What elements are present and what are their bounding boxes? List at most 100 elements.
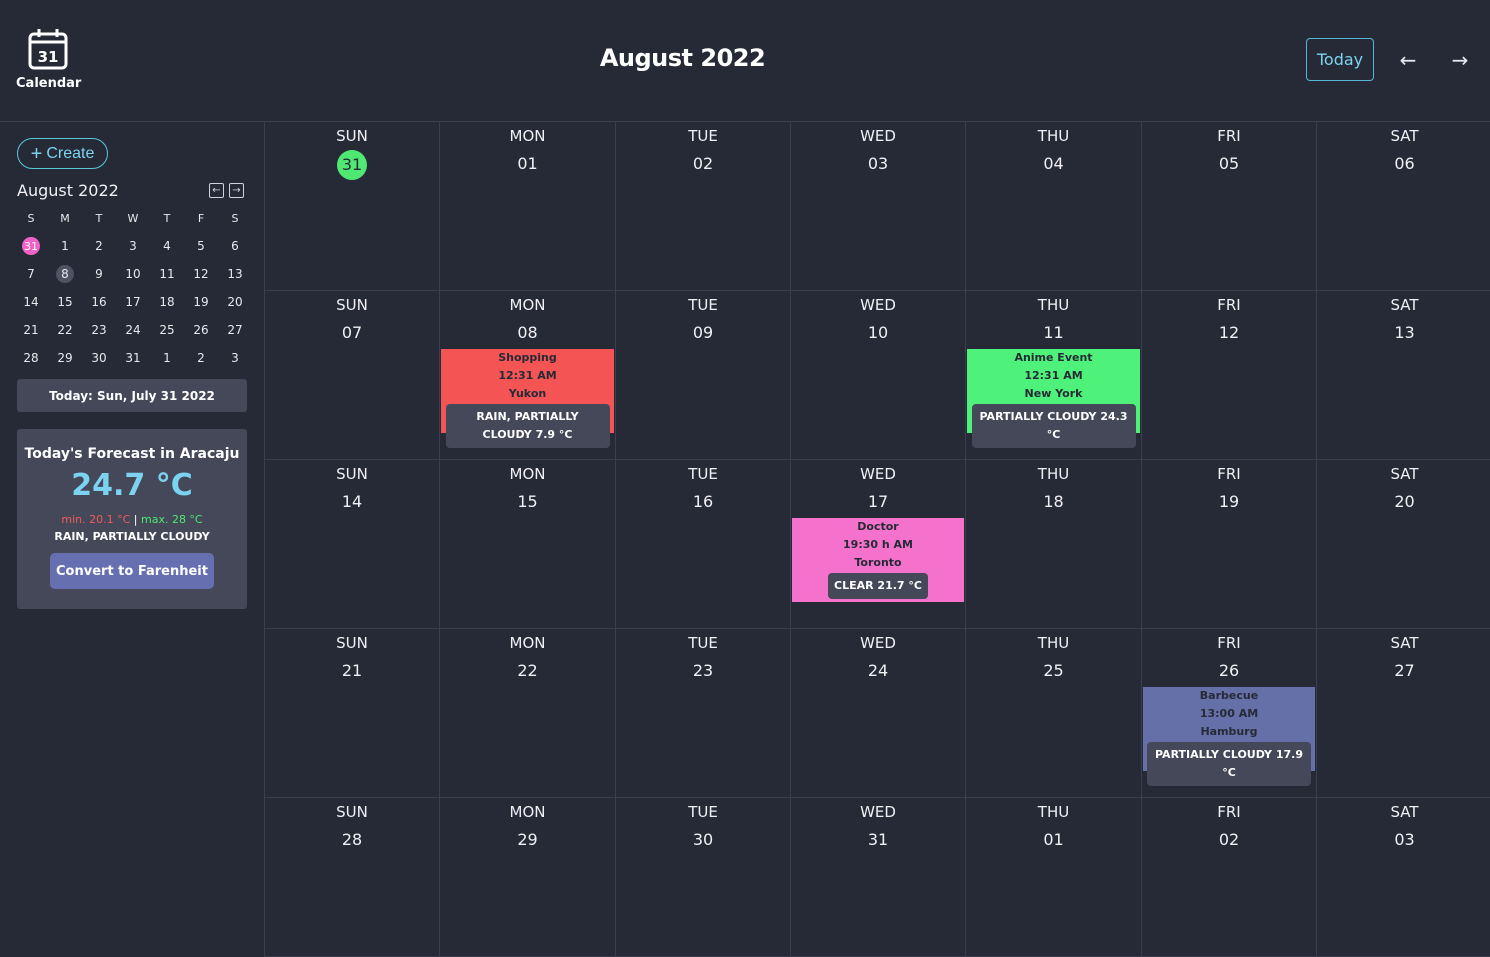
day-cell[interactable]: WED 24 <box>791 629 966 798</box>
day-cell[interactable]: MON 22 <box>440 629 616 798</box>
day-cell[interactable]: FRI 19 <box>1142 460 1317 629</box>
mini-day[interactable]: 20 <box>218 288 252 316</box>
mini-day[interactable]: 19 <box>184 288 218 316</box>
day-cell[interactable]: SUN 31 <box>265 122 440 291</box>
day-cell[interactable]: FRI 26 Barbecue 13:00 AM Hamburg PARTIALLY CL… <box>1142 629 1317 798</box>
day-cell[interactable]: THU 01 <box>966 798 1142 957</box>
mini-next-icon[interactable]: → <box>229 183 244 198</box>
mini-day[interactable]: 31 <box>14 232 48 260</box>
day-cell[interactable]: SAT 13 <box>1317 291 1490 460</box>
day-cell[interactable]: TUE 02 <box>616 122 791 291</box>
mini-day[interactable]: 18 <box>150 288 184 316</box>
convert-to-fahrenheit-button[interactable]: Convert to Farenheit <box>50 553 214 589</box>
day-cell[interactable]: FRI 12 <box>1142 291 1317 460</box>
day-cell[interactable]: TUE 16 <box>616 460 791 629</box>
mini-weekday-header: W <box>127 211 139 225</box>
mini-day-number: 23 <box>91 323 107 337</box>
day-cell[interactable]: SUN 21 <box>265 629 440 798</box>
mini-day[interactable]: 10 <box>116 260 150 288</box>
mini-weekday-header: F <box>197 211 205 225</box>
mini-day[interactable]: 13 <box>218 260 252 288</box>
next-month-arrow-icon[interactable]: → <box>1448 48 1472 72</box>
event-card[interactable]: Barbecue 13:00 AM Hamburg PARTIALLY CLOUDY … <box>1143 687 1315 786</box>
day-cell[interactable]: MON 29 <box>440 798 616 957</box>
day-cell[interactable]: THU 18 <box>966 460 1142 629</box>
day-cell[interactable]: SAT 27 <box>1317 629 1490 798</box>
mini-day[interactable]: 3 <box>218 344 252 372</box>
day-number: 27 <box>1394 661 1415 680</box>
day-of-week-label: SUN <box>336 634 368 652</box>
event-card[interactable]: Doctor 19:30 h AM Toronto CLEAR 21.7 °C <box>792 518 964 602</box>
day-cell[interactable]: TUE 09 <box>616 291 791 460</box>
day-cell[interactable]: WED 03 <box>791 122 966 291</box>
day-cell[interactable]: THU 04 <box>966 122 1142 291</box>
day-cell[interactable]: FRI 05 <box>1142 122 1317 291</box>
day-cell[interactable]: SAT 03 <box>1317 798 1490 957</box>
mini-day[interactable]: 24 <box>116 316 150 344</box>
mini-day[interactable]: 30 <box>82 344 116 372</box>
mini-day[interactable]: 12 <box>184 260 218 288</box>
day-cell[interactable]: SAT 06 <box>1317 122 1490 291</box>
day-cell[interactable]: FRI 02 <box>1142 798 1317 957</box>
day-cell[interactable]: SUN 14 <box>265 460 440 629</box>
create-button[interactable]: + Create <box>17 138 108 169</box>
forecast-min-max: min. 20.1 °C | max. 28 °C <box>17 513 247 526</box>
previous-month-arrow-icon[interactable]: ← <box>1396 48 1420 72</box>
mini-day[interactable]: 7 <box>14 260 48 288</box>
day-cell[interactable]: MON 01 <box>440 122 616 291</box>
mini-day[interactable]: 4 <box>150 232 184 260</box>
mini-day[interactable]: 28 <box>14 344 48 372</box>
day-cell[interactable]: WED 10 <box>791 291 966 460</box>
mini-day[interactable]: 26 <box>184 316 218 344</box>
mini-day[interactable]: 25 <box>150 316 184 344</box>
day-of-week-label: TUE <box>688 296 718 314</box>
mini-day[interactable]: 1 <box>48 232 82 260</box>
mini-day[interactable]: 17 <box>116 288 150 316</box>
event-time: 13:00 AM <box>1199 707 1259 720</box>
event-card[interactable]: Anime Event 12:31 AM New York PARTIALLY CLO… <box>967 349 1140 448</box>
mini-day[interactable]: 23 <box>82 316 116 344</box>
mini-day[interactable]: 3 <box>116 232 150 260</box>
day-cell[interactable]: SUN 28 <box>265 798 440 957</box>
mini-day[interactable]: 14 <box>14 288 48 316</box>
app-logo[interactable]: 31 Calendar <box>16 28 81 91</box>
mini-day-number: 20 <box>227 295 243 309</box>
mini-day[interactable]: 8 <box>48 260 82 288</box>
day-cell[interactable]: WED 17 Doctor 19:30 h AM Toronto CLEAR 21.7 °… <box>791 460 966 629</box>
mini-day[interactable]: 31 <box>116 344 150 372</box>
event-card[interactable]: Shopping 12:31 AM Yukon RAIN, PARTIALLY CLO… <box>441 349 614 448</box>
mini-day-number: 9 <box>95 267 103 281</box>
mini-day[interactable]: 2 <box>82 232 116 260</box>
mini-day[interactable]: 9 <box>82 260 116 288</box>
day-cell[interactable]: MON 08 Shopping 12:31 AM Yukon RAIN, PARTIALL… <box>440 291 616 460</box>
day-cell[interactable]: WED 31 <box>791 798 966 957</box>
mini-prev-icon[interactable]: ← <box>209 183 224 198</box>
forecast-card: Today's Forecast in Aracaju 24.7 °C min.… <box>17 429 247 609</box>
mini-day[interactable]: 2 <box>184 344 218 372</box>
mini-calendar-grid: S M T W T F S 31 1 2 3 4 5 6 7 8 9 10 11 12 13 14 15 16 17 18 19 20… <box>14 204 252 372</box>
day-cell[interactable]: MON 15 <box>440 460 616 629</box>
mini-day[interactable]: 11 <box>150 260 184 288</box>
mini-day-number: 11 <box>159 267 175 281</box>
day-cell[interactable]: TUE 30 <box>616 798 791 957</box>
mini-day[interactable]: 1 <box>150 344 184 372</box>
mini-day[interactable]: 22 <box>48 316 82 344</box>
day-of-week-label: SUN <box>336 465 368 483</box>
day-of-week-label: MON <box>509 296 546 314</box>
mini-day[interactable]: 5 <box>184 232 218 260</box>
mini-day[interactable]: 6 <box>218 232 252 260</box>
forecast-min: min. 20.1 °C <box>61 513 131 526</box>
mini-day[interactable]: 29 <box>48 344 82 372</box>
mini-day[interactable]: 21 <box>14 316 48 344</box>
mini-day[interactable]: 27 <box>218 316 252 344</box>
mini-day-number: 1 <box>163 351 171 365</box>
day-cell[interactable]: THU 25 <box>966 629 1142 798</box>
day-cell[interactable]: SUN 07 <box>265 291 440 460</box>
today-button[interactable]: Today <box>1306 38 1374 81</box>
day-cell[interactable]: TUE 23 <box>616 629 791 798</box>
day-cell[interactable]: SAT 20 <box>1317 460 1490 629</box>
mini-day[interactable]: 16 <box>82 288 116 316</box>
day-cell[interactable]: THU 11 Anime Event 12:31 AM New York PARTIALL… <box>966 291 1142 460</box>
day-of-week-label: THU <box>1037 634 1070 652</box>
mini-day[interactable]: 15 <box>48 288 82 316</box>
